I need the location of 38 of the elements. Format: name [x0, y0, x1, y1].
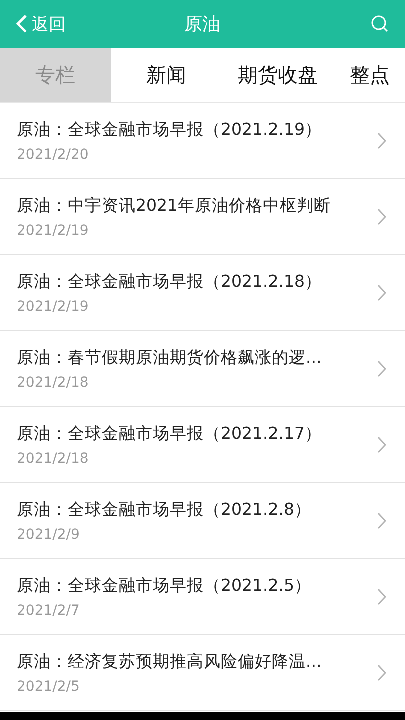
- chevron-right-icon: [377, 360, 387, 378]
- article-date: 2021/2/18: [17, 450, 90, 466]
- article-row[interactable]: 原油：全球金融市场早报（2021.2.18） 2021/2/19: [0, 255, 405, 331]
- chevron-right-icon: [377, 132, 387, 150]
- article-title: 原油：经济复苏预期推高风险偏好降温...: [17, 650, 323, 672]
- article-row[interactable]: 原油：全球金融市场早报（2021.2.17） 2021/2/18: [0, 407, 405, 483]
- tab[interactable]: 整点: [334, 48, 405, 102]
- search-icon[interactable]: [371, 15, 389, 33]
- article-row[interactable]: 原油：春节假期原油期货价格飙涨的逻... 2021/2/18: [0, 331, 405, 407]
- article-title: 原油：春节假期原油期货价格飙涨的逻...: [17, 346, 323, 368]
- article-row[interactable]: 原油：经济复苏预期推高风险偏好降温... 2021/2/5: [0, 635, 405, 711]
- article-title: 原油：中宇资讯2021年原油价格中枢判断: [17, 194, 332, 216]
- article-date: 2021/2/5: [17, 678, 81, 694]
- back-chevron-icon: [16, 14, 28, 34]
- article-date: 2021/2/9: [17, 526, 81, 542]
- tab[interactable]: 新闻: [111, 48, 222, 102]
- chevron-right-icon: [377, 284, 387, 302]
- article-row[interactable]: 原油：全球金融市场早报（2021.2.19） 2021/2/20: [0, 103, 405, 179]
- article-title: 原油：全球金融市场早报（2021.2.8）: [17, 498, 312, 520]
- chevron-right-icon: [377, 208, 387, 226]
- article-date: 2021/2/19: [17, 298, 90, 314]
- article-title: 原油：全球金融市场早报（2021.2.18）: [17, 270, 323, 292]
- article-row[interactable]: 原油：全球金融市场早报（2021.2.8） 2021/2/9: [0, 483, 405, 559]
- article-row[interactable]: 原油：中宇资讯2021年原油价格中枢判断 2021/2/19: [0, 179, 405, 255]
- page-title: 原油: [184, 13, 220, 36]
- chevron-right-icon: [377, 588, 387, 606]
- article-date: 2021/2/18: [17, 374, 90, 390]
- chevron-right-icon: [377, 512, 387, 530]
- article-date: 2021/2/20: [17, 146, 90, 162]
- article-date: 2021/2/19: [17, 222, 90, 238]
- article-date: 2021/2/7: [17, 602, 81, 618]
- tab[interactable]: 期货收盘: [222, 48, 334, 102]
- article-title: 原油：全球金融市场早报（2021.2.17）: [17, 422, 323, 444]
- article-title: 原油：全球金融市场早报（2021.2.19）: [17, 118, 323, 140]
- article-title: 原油：全球金融市场早报（2021.2.5）: [17, 574, 312, 596]
- chevron-right-icon: [377, 664, 387, 682]
- article-row[interactable]: 原油：全球金融市场早报（2021.2.5） 2021/2/7: [0, 559, 405, 635]
- chevron-right-icon: [377, 436, 387, 454]
